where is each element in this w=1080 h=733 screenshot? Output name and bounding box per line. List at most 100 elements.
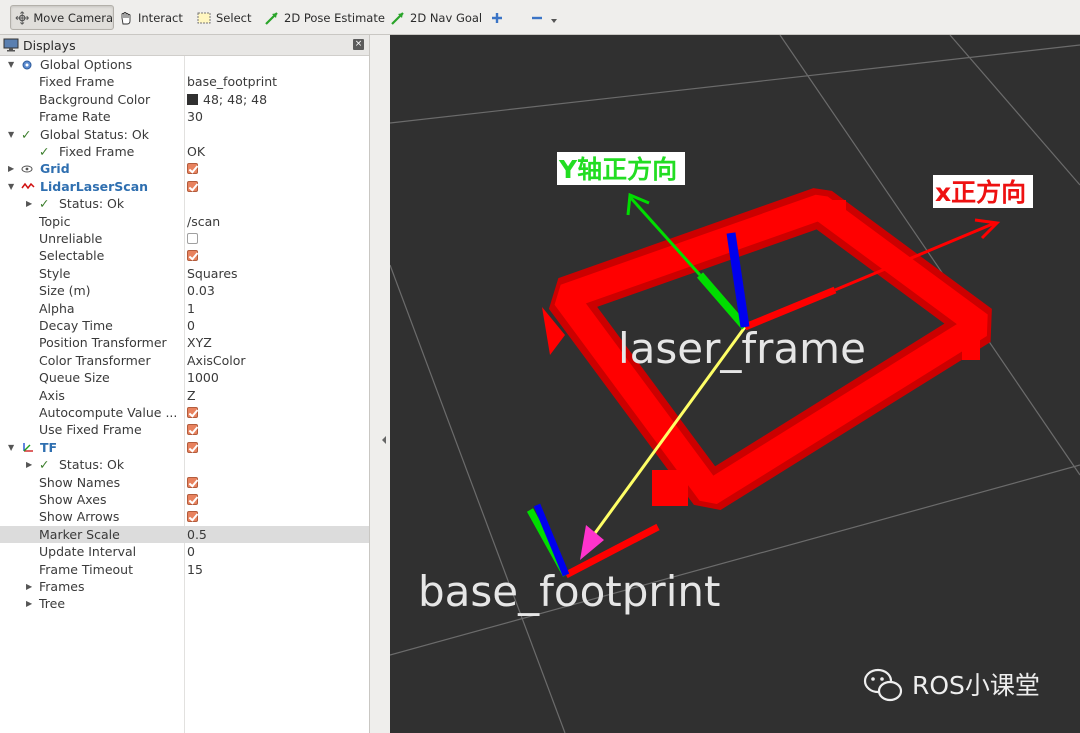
- tree-row-label: Selectable: [39, 248, 105, 264]
- tree-row[interactable]: Show Axes: [0, 491, 369, 508]
- expand-down-icon[interactable]: ▼: [8, 126, 14, 143]
- tree-row-value[interactable]: [187, 439, 198, 456]
- tree-row[interactable]: Use Fixed Frame: [0, 421, 369, 438]
- tree-row-label: Show Names: [39, 474, 121, 490]
- tree-row-value[interactable]: [187, 474, 198, 491]
- tree-row[interactable]: ▼ Global Options: [0, 56, 369, 73]
- tree-row[interactable]: ▼ TF: [0, 439, 369, 456]
- tree-row[interactable]: ▶ ✓ Status: Ok: [0, 456, 369, 473]
- base-frame-z-axis: [533, 503, 570, 577]
- tree-row-label: Style: [39, 265, 71, 281]
- checkbox-checked[interactable]: [187, 250, 198, 262]
- tree-row[interactable]: Style Squares: [0, 265, 369, 282]
- checkbox-checked[interactable]: [187, 441, 198, 453]
- tree-row[interactable]: Color Transformer AxisColor: [0, 352, 369, 369]
- tree-row-value[interactable]: [187, 160, 198, 177]
- tree-row-value[interactable]: [187, 421, 198, 438]
- tree-row-value[interactable]: [187, 508, 198, 525]
- checkbox-checked[interactable]: [187, 424, 198, 436]
- tree-row-value-text: OK: [187, 144, 206, 159]
- tree-row[interactable]: Alpha 1: [0, 300, 369, 317]
- tree-row[interactable]: Frame Rate 30: [0, 108, 369, 125]
- tree-row[interactable]: ▼ ✓ Global Status: Ok: [0, 126, 369, 143]
- expand-down-icon[interactable]: ▼: [8, 178, 14, 195]
- tree-row[interactable]: ▶ Frames: [0, 578, 369, 595]
- tree-row-value-text: Z: [187, 387, 196, 403]
- nav-goal-button[interactable]: 2D Nav Goal: [390, 5, 482, 30]
- checkbox-checked[interactable]: [187, 180, 198, 192]
- tree-row-label: Fixed Frame: [39, 74, 115, 90]
- laserscan-icon: [21, 178, 35, 195]
- tree-row[interactable]: Show Arrows: [0, 508, 369, 525]
- tree-row-label: Frame Timeout: [39, 561, 133, 577]
- pose-arrow-icon: [265, 11, 278, 25]
- select-button[interactable]: Select: [196, 5, 251, 30]
- tree-row[interactable]: Update Interval 0: [0, 543, 369, 560]
- tree-row-label: TF: [40, 439, 58, 455]
- tree-row[interactable]: Frame Timeout 15: [0, 561, 369, 578]
- tree-row[interactable]: Decay Time 0: [0, 317, 369, 334]
- tree-row-value[interactable]: [187, 491, 198, 508]
- tree-row-value[interactable]: [187, 178, 198, 195]
- tree-row-label: Show Arrows: [39, 509, 120, 525]
- interact-button[interactable]: Interact: [118, 5, 183, 30]
- tree-row-label: Size (m): [39, 283, 91, 299]
- tree-row[interactable]: ▶ Grid: [0, 160, 369, 177]
- move-camera-button[interactable]: Move Camera: [10, 5, 114, 30]
- tree-row[interactable]: Size (m) 0.03: [0, 282, 369, 299]
- tree-row-label: Frames: [39, 579, 85, 594]
- expand-down-icon[interactable]: ▼: [8, 439, 14, 456]
- tree-row[interactable]: Fixed Frame base_footprint: [0, 73, 369, 90]
- tree-row[interactable]: Show Names: [0, 474, 369, 491]
- checkbox-checked[interactable]: [187, 511, 198, 523]
- render-viewport[interactable]: laser_frame base_footprint Y轴正方向 x正方向 RO…: [390, 35, 1080, 733]
- add-tool-button[interactable]: [490, 5, 508, 30]
- checkbox-unchecked[interactable]: [187, 233, 198, 244]
- tree-row[interactable]: Background Color 48; 48; 48: [0, 91, 369, 108]
- expand-right-icon[interactable]: ▶: [26, 195, 32, 212]
- tree-row-label: Color Transformer: [39, 352, 151, 368]
- tree-row-value-text: 15: [187, 561, 203, 577]
- expand-right-icon[interactable]: ▶: [26, 578, 32, 595]
- tree-row-value: AxisColor: [187, 352, 246, 369]
- tree-row[interactable]: Autocompute Value ...: [0, 404, 369, 421]
- remove-tool-button[interactable]: [530, 5, 562, 30]
- expand-right-icon[interactable]: ▶: [8, 160, 14, 177]
- tree-row[interactable]: ✓ Fixed Frame OK: [0, 143, 369, 160]
- tree-row[interactable]: ▶ ✓ Status: Ok: [0, 195, 369, 212]
- tree-row[interactable]: ▶ Tree: [0, 595, 369, 612]
- nav-goal-arrow-icon: [391, 11, 404, 25]
- nav-goal-label: 2D Nav Goal: [410, 10, 483, 25]
- close-icon[interactable]: ×: [353, 39, 364, 50]
- color-swatch[interactable]: [187, 93, 198, 105]
- tree-row[interactable]: ▼ LidarLaserScan: [0, 178, 369, 195]
- tree-row[interactable]: Axis Z: [0, 387, 369, 404]
- checkbox-checked[interactable]: [187, 494, 198, 505]
- checkbox-checked[interactable]: [187, 163, 198, 175]
- tree-row[interactable]: Position Transformer XYZ: [0, 334, 369, 351]
- expand-down-icon[interactable]: ▼: [8, 56, 14, 73]
- expand-right-icon[interactable]: ▶: [26, 595, 32, 612]
- tree-row[interactable]: Unreliable: [0, 230, 369, 247]
- tree-row-value[interactable]: [187, 230, 198, 247]
- monitor-icon: [3, 38, 19, 52]
- tree-row-value-text: 0.5: [187, 526, 207, 542]
- tree-row-label: Background Color: [39, 91, 151, 107]
- tree-row[interactable]: Marker Scale 0.5: [0, 525, 369, 544]
- tree-row[interactable]: Selectable: [0, 247, 369, 264]
- panel-splitter[interactable]: [370, 35, 390, 733]
- check-icon: ✓: [39, 144, 50, 159]
- checkbox-checked[interactable]: [187, 407, 198, 418]
- tree-row[interactable]: Queue Size 1000: [0, 369, 369, 386]
- tree-row-value[interactable]: [187, 247, 198, 264]
- tree-row-value: 0.5: [187, 526, 207, 543]
- tree-row-value: 0: [187, 317, 195, 334]
- tree-row[interactable]: Topic/scan: [0, 213, 369, 230]
- checkbox-checked[interactable]: [187, 476, 198, 488]
- tree-row-value[interactable]: [187, 404, 198, 421]
- tree-row-value-text: /scan: [187, 213, 221, 229]
- tree-row-value-text: 48; 48; 48: [203, 91, 268, 107]
- pose-estimate-button[interactable]: 2D Pose Estimate: [264, 5, 385, 30]
- expand-right-icon[interactable]: ▶: [26, 456, 32, 473]
- select-box-icon: [197, 12, 211, 23]
